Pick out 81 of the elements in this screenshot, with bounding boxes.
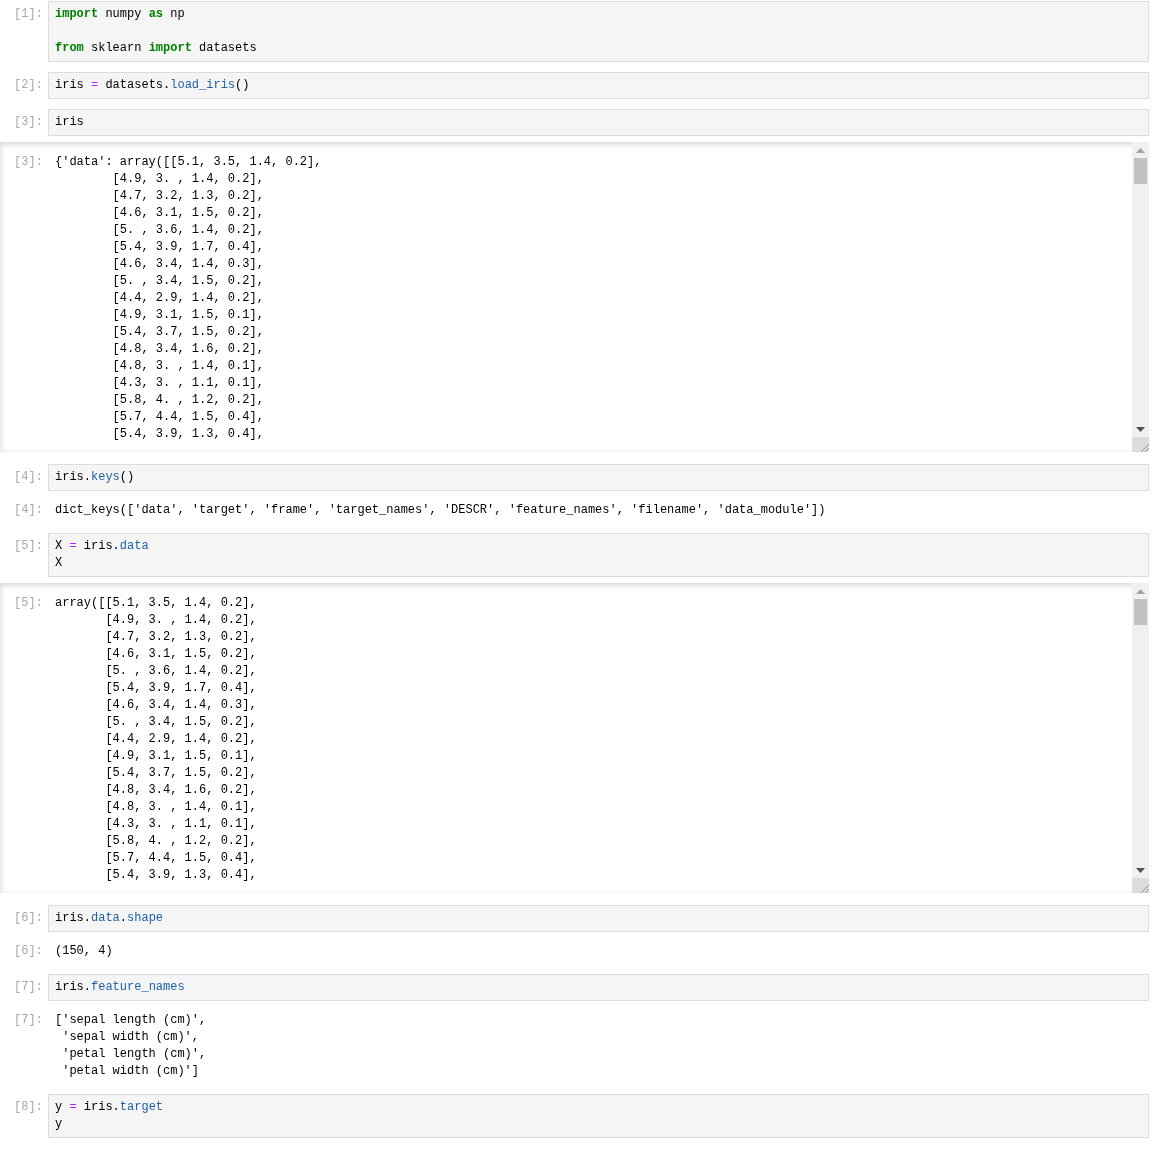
output-line: (150, 4) [55, 943, 113, 960]
output-prompt: [4]: [13, 502, 44, 519]
code-editor[interactable]: iris [48, 109, 1149, 136]
code-line: y = iris.target [55, 1099, 165, 1116]
output-line: [5.8, 4. , 1.2, 0.2], [104, 833, 257, 850]
output-prompt: [3]: [13, 154, 44, 171]
output-line: [4.6, 3.4, 1.4, 0.3], [104, 697, 257, 714]
code-editor[interactable]: y = iris.target y [48, 1094, 1149, 1138]
output-line: [4.3, 3. , 1.1, 0.1], [104, 816, 257, 833]
output-line: 'sepal width (cm)', [61, 1029, 201, 1046]
code-editor[interactable]: iris.feature_names [48, 974, 1149, 1001]
input-prompt: [8]: [13, 1099, 44, 1116]
scroll-down-arrow-icon[interactable] [1136, 427, 1145, 432]
code-line: y [55, 1116, 64, 1133]
scrollbar-thumb[interactable] [1134, 158, 1147, 184]
output-line: 'petal length (cm)', [61, 1046, 207, 1063]
output-line: dict_keys(['data', 'target', 'frame', 'target_names', 'DESCR', 'feature_names', 'filename', 'data_module']) [55, 502, 826, 519]
output-line: [4.6, 3.1, 1.5, 0.2], [104, 646, 257, 663]
code-line: X = iris.data [55, 538, 150, 555]
scroll-down-arrow-icon[interactable] [1136, 868, 1145, 873]
output-line: ['sepal length (cm)', [55, 1012, 207, 1029]
output-line: [4.3, 3. , 1.1, 0.1], [111, 375, 265, 392]
output-line: [5. , 3.6, 1.4, 0.2], [104, 663, 257, 680]
output-line: [5.4, 3.9, 1.3, 0.4], [104, 867, 257, 884]
output-line: [4.8, 3.4, 1.6, 0.2], [104, 782, 257, 799]
output-line: [5.7, 4.4, 1.5, 0.4], [104, 850, 257, 867]
output-line: [5.4, 3.9, 1.7, 0.4], [104, 680, 257, 697]
input-prompt: [4]: [13, 469, 44, 486]
code-line: iris [55, 114, 85, 131]
output-line: [4.8, 3.4, 1.6, 0.2], [111, 341, 265, 358]
output-line: 'petal width (cm)'] [61, 1063, 201, 1080]
scrollbar[interactable] [1132, 583, 1149, 893]
output-line: [4.8, 3. , 1.4, 0.1], [104, 799, 257, 816]
output-prompt: [5]: [13, 595, 44, 612]
scroll-up-arrow-icon[interactable] [1136, 148, 1145, 153]
code-line: iris.keys() [55, 469, 136, 486]
code-line: iris = datasets.load_iris() [55, 77, 251, 94]
output-line: array([[5.1, 3.5, 1.4, 0.2], [55, 595, 257, 612]
code-editor[interactable]: X = iris.data X [48, 533, 1149, 577]
output-line: [4.9, 3. , 1.4, 0.2], [104, 612, 257, 629]
output-line: [4.8, 3. , 1.4, 0.1], [111, 358, 265, 375]
scroll-up-arrow-icon[interactable] [1136, 589, 1145, 594]
output-prompt: [6]: [13, 943, 44, 960]
output-line: [5. , 3.4, 1.5, 0.2], [104, 714, 257, 731]
output-line: [4.4, 2.9, 1.4, 0.2], [104, 731, 257, 748]
output-line: [4.7, 3.2, 1.3, 0.2], [111, 188, 265, 205]
input-prompt: [5]: [13, 538, 44, 555]
output-line: [5.4, 3.7, 1.5, 0.2], [111, 324, 265, 341]
output-line: [5.4, 3.9, 1.3, 0.4], [111, 426, 265, 443]
input-prompt: [6]: [13, 910, 44, 927]
code-line: X [55, 555, 64, 572]
resize-grip-icon[interactable] [1140, 884, 1149, 893]
code-line: import numpy as np [55, 6, 186, 23]
code-editor[interactable]: iris.keys() [48, 464, 1149, 491]
input-prompt: [7]: [13, 979, 44, 996]
code-line: iris.feature_names [55, 979, 186, 996]
output-line: [5.4, 3.9, 1.7, 0.4], [111, 239, 265, 256]
output-line: [4.7, 3.2, 1.3, 0.2], [104, 629, 257, 646]
code-editor[interactable]: iris = datasets.load_iris() [48, 72, 1149, 99]
scrollbar[interactable] [1132, 142, 1149, 452]
output-prompt: [7]: [13, 1012, 44, 1029]
output-line: [5. , 3.4, 1.5, 0.2], [111, 273, 265, 290]
input-prompt: [2]: [13, 77, 44, 94]
resize-grip-icon[interactable] [1140, 443, 1149, 452]
input-prompt: [3]: [13, 114, 44, 131]
code-line: from sklearn import datasets [55, 40, 258, 57]
output-line: [4.9, 3. , 1.4, 0.2], [111, 171, 265, 188]
output-line: [5. , 3.6, 1.4, 0.2], [111, 222, 265, 239]
code-line: iris.data.shape [55, 910, 165, 927]
output-line: [5.8, 4. , 1.2, 0.2], [111, 392, 265, 409]
output-line: {'data': array([[5.1, 3.5, 1.4, 0.2], [55, 154, 322, 171]
input-prompt: [1]: [13, 6, 44, 23]
code-editor[interactable]: iris.data.shape [48, 905, 1149, 932]
output-line: [4.4, 2.9, 1.4, 0.2], [111, 290, 265, 307]
output-line: [5.7, 4.4, 1.5, 0.4], [111, 409, 265, 426]
scrollbar-thumb[interactable] [1134, 599, 1147, 625]
output-line: [5.4, 3.7, 1.5, 0.2], [104, 765, 257, 782]
output-line: [4.6, 3.4, 1.4, 0.3], [111, 256, 265, 273]
output-line: [4.6, 3.1, 1.5, 0.2], [111, 205, 265, 222]
output-line: [4.9, 3.1, 1.5, 0.1], [111, 307, 265, 324]
output-line: [4.9, 3.1, 1.5, 0.1], [104, 748, 257, 765]
